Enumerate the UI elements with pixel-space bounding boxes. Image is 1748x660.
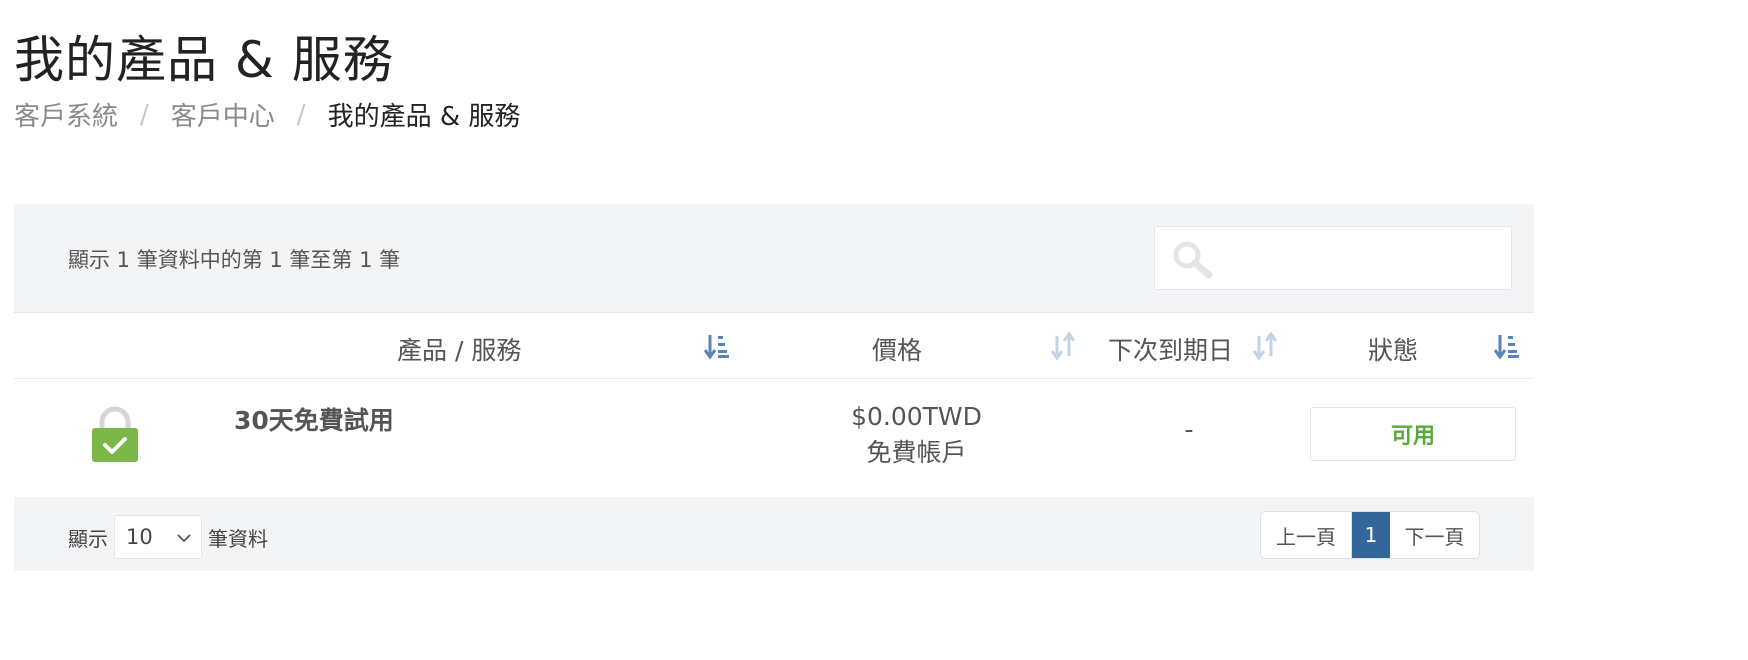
table-info: 顯示 1 筆資料中的第 1 筆至第 1 筆 (68, 248, 401, 272)
column-header-price[interactable]: 價格 (872, 331, 922, 367)
column-header-next-due[interactable]: 下次到期日 (1108, 331, 1233, 367)
sort-both-icon[interactable] (1050, 332, 1076, 360)
status-badge: 可用 (1310, 407, 1516, 461)
breadcrumb-separator: / (296, 99, 306, 130)
next-page-button[interactable]: 下一頁 (1390, 512, 1479, 558)
products-table-panel: 顯示 1 筆資料中的第 1 筆至第 1 筆 產品 / 服務 價格 下次到期日 狀… (14, 204, 1534, 571)
sort-both-icon[interactable] (1252, 332, 1278, 360)
chevron-down-icon (177, 534, 191, 543)
breadcrumb: 客戶系統 / 客戶中心 / 我的產品 & 服務 (14, 96, 520, 133)
column-header-status[interactable]: 狀態 (1368, 331, 1418, 367)
page-length-value: 10 (126, 525, 153, 549)
table-toolbar: 顯示 1 筆資料中的第 1 筆至第 1 筆 (14, 204, 1534, 312)
product-name[interactable]: 30天免費試用 (234, 401, 394, 437)
page-length-select[interactable]: 10 (114, 515, 202, 559)
search-input[interactable] (1154, 226, 1512, 290)
sort-descending-icon[interactable] (704, 332, 730, 360)
sort-descending-icon[interactable] (1494, 332, 1520, 360)
breadcrumb-item-client-system[interactable]: 客戶系統 (14, 96, 118, 133)
records-label: 筆資料 (208, 527, 268, 551)
breadcrumb-item-current: 我的產品 & 服務 (327, 102, 521, 132)
page-title: 我的產品 & 服務 (14, 31, 394, 89)
table-header: 產品 / 服務 價格 下次到期日 狀態 (14, 312, 1534, 379)
table-row[interactable]: 30天免費試用 $0.00TWD 免費帳戶 - 可用 (14, 379, 1534, 497)
table-footer: 顯示 10 筆資料 上一頁 1 下一頁 (14, 497, 1534, 571)
column-header-product[interactable]: 產品 / 服務 (397, 331, 521, 367)
lock-check-icon (92, 406, 138, 462)
page-length-label: 顯示 (68, 527, 108, 551)
page: 我的產品 & 服務 客戶系統 / 客戶中心 / 我的產品 & 服務 顯示 1 筆… (0, 0, 1748, 660)
pagination: 上一頁 1 下一頁 (1260, 511, 1480, 559)
previous-page-button[interactable]: 上一頁 (1261, 512, 1352, 558)
breadcrumb-item-client-area[interactable]: 客戶中心 (171, 96, 275, 133)
price-cell: $0.00TWD 免費帳戶 (794, 399, 1039, 471)
breadcrumb-separator: / (140, 99, 149, 130)
price-amount: $0.00TWD (851, 402, 982, 431)
billing-cycle: 免費帳戶 (866, 438, 967, 467)
current-page-button[interactable]: 1 (1352, 512, 1390, 558)
next-due-date: - (1184, 415, 1194, 444)
search-icon (1173, 241, 1213, 279)
